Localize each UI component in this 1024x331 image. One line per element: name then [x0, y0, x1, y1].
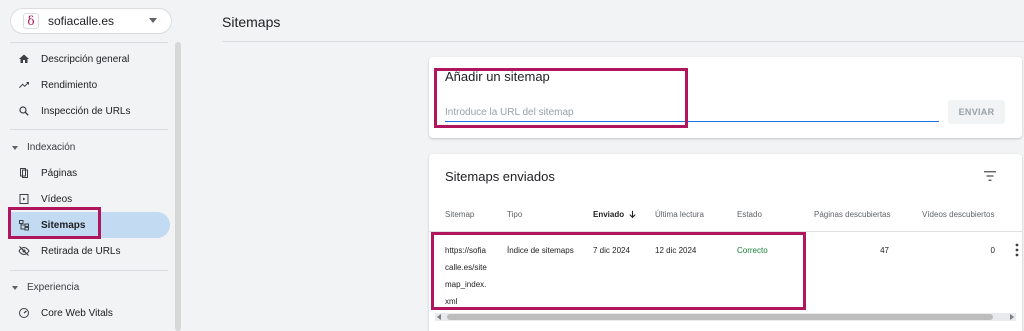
eye-off-icon: [17, 244, 31, 258]
sitemap-url-line: map_index.: [445, 280, 487, 289]
section-label: Experiencia: [27, 282, 80, 293]
sitemap-url-input[interactable]: [445, 104, 939, 122]
add-sitemap-title: Añadir un sitemap: [445, 69, 550, 84]
horizontal-scrollbar[interactable]: [435, 313, 1016, 321]
more-vert-icon[interactable]: [1015, 243, 1019, 257]
sitemap-url-line: xml: [445, 297, 458, 306]
sidebar-scrollbar[interactable]: [175, 42, 181, 331]
scroll-right-icon[interactable]: [1010, 314, 1014, 320]
divider: [10, 270, 168, 271]
sitemap-icon: [17, 218, 31, 232]
column-header-pages[interactable]: Páginas descubiertas: [814, 210, 891, 219]
column-header-status[interactable]: Estado: [737, 210, 762, 219]
sitemap-url-line: calle.es/site: [445, 263, 487, 272]
chevron-down-icon: [149, 18, 157, 23]
search-icon: [17, 104, 31, 118]
sitemap-url-cell[interactable]: https://sofia calle.es/site map_index. x…: [445, 242, 505, 310]
column-header-type[interactable]: Tipo: [507, 210, 522, 219]
discovered-videos-cell: 0: [990, 246, 995, 255]
column-header-label: Enviado: [593, 210, 625, 219]
property-selector[interactable]: δ sofiacalle.es: [10, 8, 172, 34]
submitted-sitemaps-title: Sitemaps enviados: [445, 169, 555, 184]
scroll-left-icon[interactable]: [437, 314, 441, 320]
nav-item-performance[interactable]: Rendimiento: [10, 72, 170, 98]
filter-icon[interactable]: [983, 170, 997, 182]
nav-label: Páginas: [41, 167, 78, 179]
nav-item-removals[interactable]: Retirada de URLs: [10, 238, 170, 264]
section-label: Indexación: [27, 142, 76, 153]
add-sitemap-card: Añadir un sitemap ENVIAR: [429, 57, 1022, 138]
property-name: sofiacalle.es: [48, 14, 115, 28]
trending-up-icon: [17, 78, 31, 92]
discovered-pages-cell: 47: [880, 246, 889, 255]
column-header-sitemap[interactable]: Sitemap: [445, 210, 474, 219]
header-divider: [222, 41, 1024, 42]
nav-label: Descripción general: [41, 53, 130, 65]
nav-label: Rendimiento: [41, 79, 98, 91]
nav-item-overview[interactable]: Descripción general: [10, 46, 170, 72]
nav-label: Retirada de URLs: [41, 245, 121, 257]
nav-item-pages[interactable]: Páginas: [10, 160, 170, 186]
nav-item-videos[interactable]: Vídeos: [10, 186, 170, 212]
nav-item-url-inspection[interactable]: Inspección de URLs: [10, 98, 170, 124]
column-header-last-read[interactable]: Última lectura: [655, 210, 704, 219]
status-cell: Correcto: [737, 246, 768, 255]
header-row-divider: [429, 231, 1022, 232]
nav-label: Vídeos: [41, 193, 73, 205]
divider: [10, 42, 168, 43]
nav-label: Sitemaps: [41, 219, 86, 231]
section-experience[interactable]: Experiencia: [12, 282, 79, 293]
column-header-videos[interactable]: Vídeos descubiertos: [922, 210, 995, 219]
nav-label: Inspección de URLs: [41, 105, 131, 117]
type-cell: Índice de sitemaps: [507, 246, 574, 255]
pages-icon: [17, 166, 31, 180]
submit-button[interactable]: ENVIAR: [948, 100, 1005, 124]
sidebar: δ sofiacalle.es Descripción general Rend…: [0, 0, 182, 331]
home-icon: [17, 52, 31, 66]
arrow-down-icon: [629, 210, 636, 219]
submitted-date-cell: 7 dic 2024: [593, 246, 630, 255]
scrollbar-thumb[interactable]: [447, 314, 993, 320]
divider: [10, 129, 168, 130]
collapse-triangle-icon: [12, 145, 18, 150]
video-page-icon: [17, 192, 31, 206]
nav-item-core-web-vitals[interactable]: Core Web Vitals: [10, 300, 170, 326]
nav-label: Core Web Vitals: [41, 307, 113, 319]
column-header-submitted[interactable]: Enviado: [593, 210, 637, 219]
sitemap-url-line: https://sofia: [445, 246, 486, 255]
submitted-sitemaps-card: Sitemaps enviados Sitemap Tipo Enviado Ú…: [429, 154, 1022, 331]
last-read-cell: 12 dic 2024: [655, 246, 697, 255]
section-indexing[interactable]: Indexación: [12, 142, 75, 153]
gauge-icon: [17, 306, 31, 320]
collapse-triangle-icon: [12, 285, 18, 290]
page-title: Sitemaps: [222, 14, 281, 30]
nav-item-sitemaps[interactable]: Sitemaps: [10, 212, 170, 238]
property-logo: δ: [23, 13, 39, 29]
